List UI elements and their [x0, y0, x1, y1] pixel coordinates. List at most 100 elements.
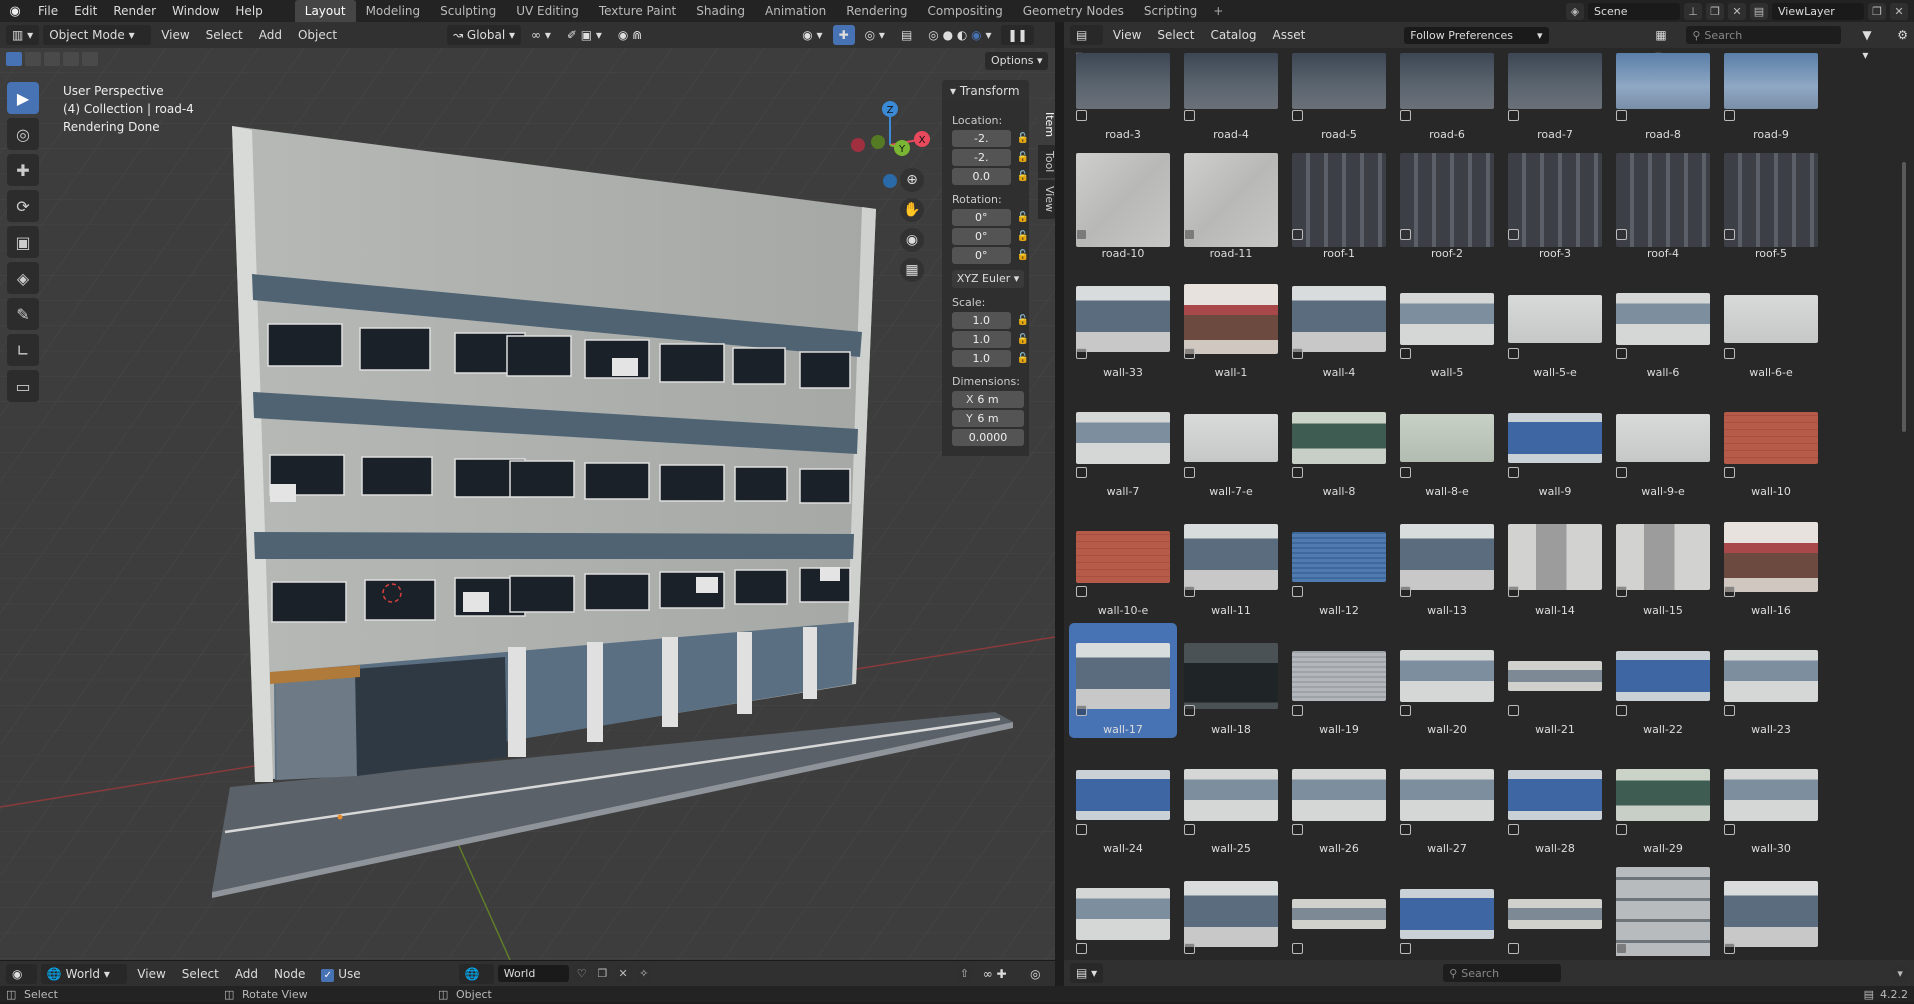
asset-tile[interactable]: wall-8	[1285, 385, 1393, 500]
use-nodes-toggle[interactable]: ✓ Use Nodes	[315, 964, 402, 1001]
asset-checkbox-icon[interactable]	[1076, 229, 1087, 240]
view-layer-field[interactable]: ViewLayer	[1772, 2, 1864, 20]
asset-checkbox-icon[interactable]	[1508, 229, 1519, 240]
asset-tile[interactable]: wall-4	[1285, 266, 1393, 381]
rotate-icon[interactable]: ⟳	[7, 190, 39, 222]
options-button[interactable]: Options ▾	[985, 52, 1049, 70]
lock-icon[interactable]: 🔓	[1017, 250, 1029, 261]
asset-checkbox-icon[interactable]	[1292, 824, 1303, 835]
shader-menu-select[interactable]: Select	[176, 964, 225, 984]
asset-tile[interactable]: wall-34	[1717, 861, 1825, 956]
asset-tile[interactable]: wall-18	[1177, 623, 1285, 738]
asset-tile[interactable]: roof-1	[1285, 147, 1393, 262]
zoom-icon[interactable]: ⊕	[900, 168, 924, 192]
asset-tile[interactable]: wall-32-e	[1501, 861, 1609, 956]
editor-type-icon[interactable]: ▥ ▾	[6, 25, 40, 45]
asset-tile[interactable]: wall-17	[1069, 623, 1177, 738]
asset-search-input[interactable]: ⚲ Search	[1686, 26, 1841, 44]
tab-tool[interactable]: Tool	[1038, 145, 1055, 179]
cursor-icon[interactable]: ◎	[7, 118, 39, 150]
asset-checkbox-icon[interactable]	[1724, 348, 1735, 359]
lock-icon[interactable]: 🔓	[1017, 171, 1029, 182]
asset-checkbox-icon[interactable]	[1292, 586, 1303, 597]
asset-tile[interactable]: wall-7	[1069, 385, 1177, 500]
visibility-icon[interactable]: ◉ ▾	[796, 25, 828, 45]
asset-checkbox-icon[interactable]	[1616, 705, 1627, 716]
blender-logo-icon[interactable]: ◉	[0, 4, 30, 19]
filter-icon[interactable]: ▼ ▾	[1856, 25, 1887, 62]
camera-view-icon[interactable]: ◉	[900, 228, 924, 252]
asset-tile[interactable]: wall-30	[1717, 742, 1825, 857]
lock-icon[interactable]: 🔓	[1017, 133, 1029, 144]
asset-checkbox-icon[interactable]	[1724, 586, 1735, 597]
select-invert-icon[interactable]	[63, 52, 79, 66]
shader-editor-type-icon[interactable]: ◉ ▾	[6, 963, 37, 1001]
pin-icon[interactable]: ✧	[635, 965, 653, 982]
dimension-y-field[interactable]: Y 6 m	[952, 410, 1024, 427]
overlay-toggle-icon[interactable]: ◎ ▾	[859, 25, 891, 45]
select-new-icon[interactable]	[6, 52, 22, 66]
rotation-mode-dropdown[interactable]: XYZ Euler ▾	[952, 270, 1024, 288]
asset-checkbox-icon[interactable]	[1076, 705, 1087, 716]
asset-checkbox-icon[interactable]	[1184, 229, 1195, 240]
location-y-field[interactable]: -2.	[952, 149, 1011, 166]
asset-tile[interactable]: road-7	[1501, 48, 1609, 143]
asset-tile[interactable]: wall-12	[1285, 504, 1393, 619]
asset-checkbox-icon[interactable]	[1076, 467, 1087, 478]
asset-tile[interactable]: wall-22	[1609, 623, 1717, 738]
transform-panel-header[interactable]: ▾ Transform	[942, 80, 1029, 102]
asset-checkbox-icon[interactable]	[1076, 110, 1087, 121]
asset-tile[interactable]: road-9	[1717, 48, 1825, 143]
asset-tile[interactable]: wall-33-e	[1609, 861, 1717, 956]
viewport-menu-select[interactable]: Select	[200, 25, 249, 45]
tab-item[interactable]: Item	[1038, 106, 1055, 144]
asset-tile[interactable]: wall-9-e	[1609, 385, 1717, 500]
asset-checkbox-icon[interactable]	[1724, 705, 1735, 716]
asset-checkbox-icon[interactable]	[1508, 824, 1519, 835]
asset-checkbox-icon[interactable]	[1400, 824, 1411, 835]
lock-icon[interactable]: 🔓	[1017, 231, 1029, 242]
annotate-icon[interactable]: ✎	[7, 298, 39, 330]
select-extend-icon[interactable]	[25, 52, 41, 66]
scale-icon[interactable]: ▣	[7, 226, 39, 258]
asset-tile[interactable]: wall-24	[1069, 742, 1177, 857]
node-overlay-icon[interactable]: ◎ ▾	[1024, 964, 1055, 1001]
duplicate-icon[interactable]: ❐	[594, 965, 611, 982]
asset-tile[interactable]: wall-14	[1501, 504, 1609, 619]
measure-icon[interactable]: ∟	[7, 334, 39, 366]
asset-tile[interactable]: wall-11	[1177, 504, 1285, 619]
asset-tile[interactable]: wall-5	[1393, 266, 1501, 381]
asset-tile[interactable]: wall-25	[1177, 742, 1285, 857]
asset-menu-view[interactable]: View	[1107, 25, 1147, 45]
asset-tile[interactable]: road-4	[1177, 48, 1285, 143]
asset-checkbox-icon[interactable]	[1724, 229, 1735, 240]
asset-tile[interactable]: wall-26	[1285, 742, 1393, 857]
lock-icon[interactable]: 🔓	[1017, 212, 1029, 223]
asset-tile[interactable]: wall-1	[1177, 266, 1285, 381]
asset-editor-type-icon[interactable]: ▤ ▾	[1070, 25, 1103, 62]
asset-checkbox-icon[interactable]	[1292, 110, 1303, 121]
xray-toggle-icon[interactable]: ▤	[895, 25, 918, 45]
asset-checkbox-icon[interactable]	[1400, 943, 1411, 954]
asset-checkbox-icon[interactable]	[1616, 348, 1627, 359]
asset-tile[interactable]: road-3	[1069, 48, 1177, 143]
menu-help[interactable]: Help	[227, 0, 270, 22]
workspace-tab-geometry-nodes[interactable]: Geometry Nodes	[1013, 0, 1134, 22]
proportional-edit-icon[interactable]: ◉ ⋒	[612, 25, 648, 45]
scene-field[interactable]: Scene	[1588, 2, 1680, 20]
viewport-menu-add[interactable]: Add	[253, 25, 288, 45]
asset-tile[interactable]: wall-20	[1393, 623, 1501, 738]
asset-checkbox-icon[interactable]	[1400, 705, 1411, 716]
shader-menu-view[interactable]: View	[131, 964, 171, 984]
pivot-icon[interactable]: ∞ ▾	[525, 25, 557, 45]
unlink-icon[interactable]: ✕	[614, 965, 632, 982]
shading-modes-icon[interactable]: ◎ ● ◐ ◉ ▾	[922, 25, 997, 45]
asset-checkbox-icon[interactable]	[1184, 824, 1195, 835]
workspace-tab-shading[interactable]: Shading	[686, 0, 755, 22]
asset-checkbox-icon[interactable]	[1724, 943, 1735, 954]
asset-checkbox-icon[interactable]	[1184, 943, 1195, 954]
menu-file[interactable]: File	[30, 0, 66, 22]
pin-icon[interactable]: ⊥	[1684, 2, 1702, 20]
new-view-layer-icon[interactable]: ❐	[1868, 2, 1886, 20]
ortho-grid-icon[interactable]: ▦	[900, 258, 924, 282]
